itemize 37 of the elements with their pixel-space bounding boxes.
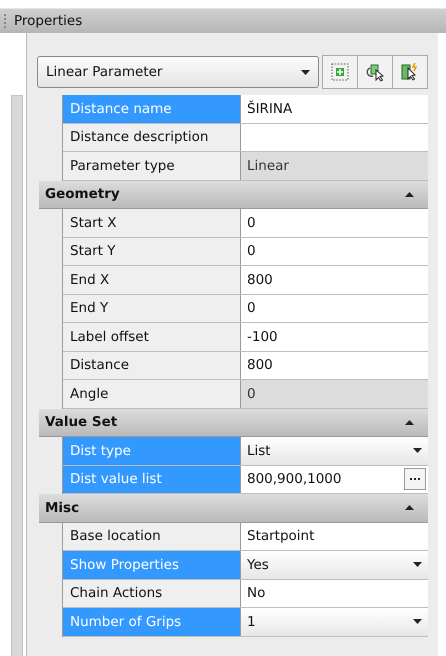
caret-icon: [301, 70, 310, 74]
cursor-select-icon: [365, 62, 385, 82]
caret-icon: [413, 562, 422, 568]
cursor-toggle-icon: [400, 62, 420, 82]
select-objects-button[interactable]: [357, 55, 393, 89]
property-value[interactable]: ŠIRINA: [241, 95, 428, 122]
object-type-dropdown[interactable]: Linear Parameter: [37, 56, 319, 88]
quick-select-button[interactable]: [322, 55, 358, 89]
property-value[interactable]: 800: [241, 266, 428, 294]
collapse-icon: [405, 420, 414, 425]
property-value[interactable]: -100: [241, 323, 428, 350]
pickadd-button[interactable]: [392, 55, 428, 89]
ellipsis-icon: [410, 478, 420, 481]
caret-icon: [413, 619, 422, 624]
property-value[interactable]: 0: [241, 238, 428, 265]
add-selection-icon: [330, 62, 350, 82]
property-value[interactable]: 0: [241, 380, 428, 408]
scrollbar[interactable]: [11, 95, 23, 656]
property-value[interactable]: 800,900,1000: [241, 466, 428, 493]
window-title: Properties: [14, 13, 82, 29]
section-header[interactable]: Value Set: [39, 408, 428, 437]
property-value[interactable]: 0: [241, 209, 428, 236]
property-value[interactable]: Linear: [241, 152, 428, 180]
caret-icon: [413, 448, 422, 454]
browse-button[interactable]: [404, 468, 426, 490]
property-value[interactable]: No: [241, 580, 428, 607]
collapse-icon: [405, 505, 414, 510]
section-header[interactable]: Geometry: [39, 180, 428, 209]
grip-icon[interactable]: [4, 14, 8, 28]
property-value[interactable]: Startpoint: [241, 522, 428, 550]
property-value[interactable]: Yes: [241, 551, 428, 578]
section-header[interactable]: Misc: [39, 494, 428, 522]
property-value[interactable]: 800: [241, 352, 428, 379]
property-value[interactable]: 0: [241, 294, 428, 322]
property-value[interactable]: List: [241, 437, 428, 464]
property-value[interactable]: 1: [241, 608, 428, 636]
collapse-icon: [405, 192, 414, 197]
